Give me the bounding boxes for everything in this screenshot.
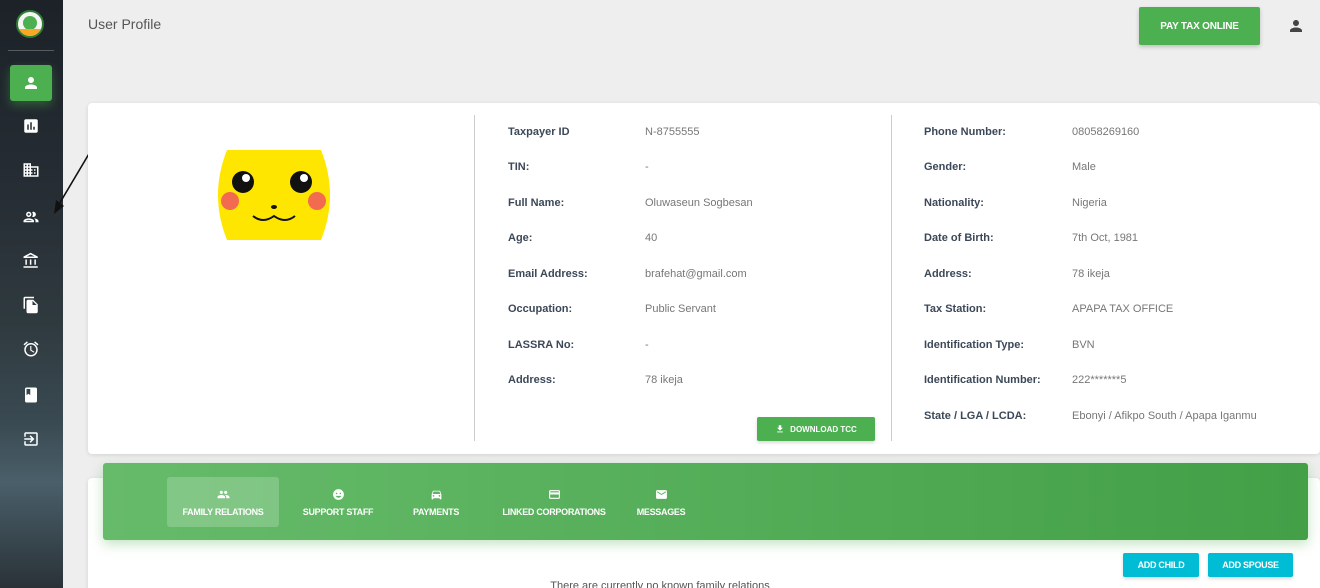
id-number-value: 222*******5	[1072, 374, 1127, 386]
dob-label: Date of Birth:	[924, 232, 994, 244]
tab-label: MESSAGES	[636, 506, 686, 517]
age-value: 40	[645, 232, 658, 244]
card-icon	[548, 489, 560, 499]
address-value: 78 ikeja	[645, 374, 683, 386]
sidebar-item-people[interactable]	[10, 199, 52, 235]
email-value: brafehat@gmail.com	[645, 268, 747, 280]
sidebar-item-ledger[interactable]	[10, 377, 52, 413]
lassra-label: LASSRA No:	[508, 339, 575, 351]
email-label: Email Address:	[508, 268, 588, 280]
nationality-value: Nigeria	[1072, 197, 1107, 209]
people-icon	[23, 211, 39, 223]
person-icon	[25, 77, 37, 89]
documents-icon	[23, 296, 38, 314]
pay-tax-online-button[interactable]: PAY TAX ONLINE	[1139, 7, 1260, 45]
sidebar-item-reports[interactable]	[10, 108, 52, 144]
tab-label: FAMILY RELATIONS	[182, 506, 264, 517]
sidebar-item-bank[interactable]	[10, 243, 52, 279]
sidebar-divider	[8, 50, 54, 51]
gender-value: Male	[1072, 161, 1096, 173]
taxpayer-id-value: N-8755555	[645, 126, 700, 138]
bank-icon	[23, 252, 38, 268]
add-spouse-button[interactable]: ADD SPOUSE	[1208, 553, 1293, 577]
address-label: Address:	[508, 374, 556, 386]
tab-messages[interactable]: MESSAGES	[631, 477, 691, 527]
car-icon	[431, 490, 441, 499]
download-tcc-label: DOWNLOAD TCC	[790, 424, 857, 434]
pikachu-avatar-icon	[218, 150, 330, 240]
empty-family-message: There are currently no known family rela…	[550, 580, 770, 588]
download-icon	[777, 425, 784, 433]
profile-card: Taxpayer ID N-8755555 TIN: - Full Name: …	[88, 103, 1320, 454]
tab-payments[interactable]: PAYMENTS	[401, 477, 471, 527]
alarm-icon	[23, 341, 39, 357]
sidebar-item-documents[interactable]	[10, 287, 52, 323]
tab-linked-corporations[interactable]: LINKED CORPORATIONS	[489, 477, 619, 527]
address-label: Address:	[924, 268, 972, 280]
taxpayer-id-label: Taxpayer ID	[508, 126, 570, 138]
tab-support-staff[interactable]: SUPPORT STAFF	[293, 477, 383, 527]
app-logo[interactable]	[16, 10, 44, 38]
tax-station-label: Tax Station:	[924, 303, 987, 315]
tab-label: PAYMENTS	[412, 506, 460, 517]
state-lga-label: State / LGA / LCDA:	[924, 410, 1027, 422]
building-icon	[23, 163, 39, 177]
sidebar-item-profile[interactable]	[10, 65, 52, 101]
tab-label: SUPPORT STAFF	[302, 506, 374, 517]
tin-label: TIN:	[508, 161, 530, 173]
page-title: User Profile	[88, 16, 162, 32]
mail-icon	[655, 489, 667, 499]
dob-value: 7th Oct, 1981	[1072, 232, 1139, 244]
column-divider	[474, 115, 475, 441]
tab-family-relations[interactable]: FAMILY RELATIONS	[167, 477, 279, 527]
nationality-label: Nationality:	[924, 197, 984, 209]
id-number-label: Identification Number:	[924, 374, 1041, 386]
sidebar-item-corporations[interactable]	[10, 152, 52, 188]
lassra-value: -	[645, 339, 649, 351]
download-tcc-button[interactable]: DOWNLOAD TCC	[757, 417, 875, 441]
account-icon[interactable]	[1287, 17, 1305, 35]
occupation-value: Public Servant	[645, 303, 716, 315]
phone-label: Phone Number:	[924, 126, 1006, 138]
sidebar-item-reminders[interactable]	[10, 331, 52, 367]
logout-icon	[24, 432, 38, 446]
full-name-label: Full Name:	[508, 197, 565, 209]
sidebar-item-logout[interactable]	[10, 421, 52, 457]
age-label: Age:	[508, 232, 533, 244]
address-value: 78 ikeja	[1072, 268, 1110, 280]
tab-bar: FAMILY RELATIONS SUPPORT STAFF PAYMENTS …	[103, 463, 1308, 540]
family-icon	[217, 490, 229, 498]
id-type-value: BVN	[1072, 339, 1095, 351]
full-name-value: Oluwaseun Sogbesan	[645, 197, 753, 209]
support-icon	[332, 488, 344, 500]
column-divider	[891, 115, 892, 441]
add-child-button[interactable]: ADD CHILD	[1123, 553, 1199, 577]
id-type-label: Identification Type:	[924, 339, 1025, 351]
tax-station-value: APAPA TAX OFFICE	[1072, 303, 1174, 315]
sidebar	[0, 0, 63, 588]
phone-value: 08058269160	[1072, 126, 1140, 138]
tin-value: -	[645, 161, 649, 173]
gender-label: Gender:	[924, 161, 967, 173]
chart-icon	[24, 119, 38, 133]
tab-label: LINKED CORPORATIONS	[502, 506, 606, 517]
state-lga-value: Ebonyi / Afikpo South / Apapa Iganmu	[1072, 410, 1257, 422]
book-icon	[25, 387, 37, 403]
occupation-label: Occupation:	[508, 303, 573, 315]
